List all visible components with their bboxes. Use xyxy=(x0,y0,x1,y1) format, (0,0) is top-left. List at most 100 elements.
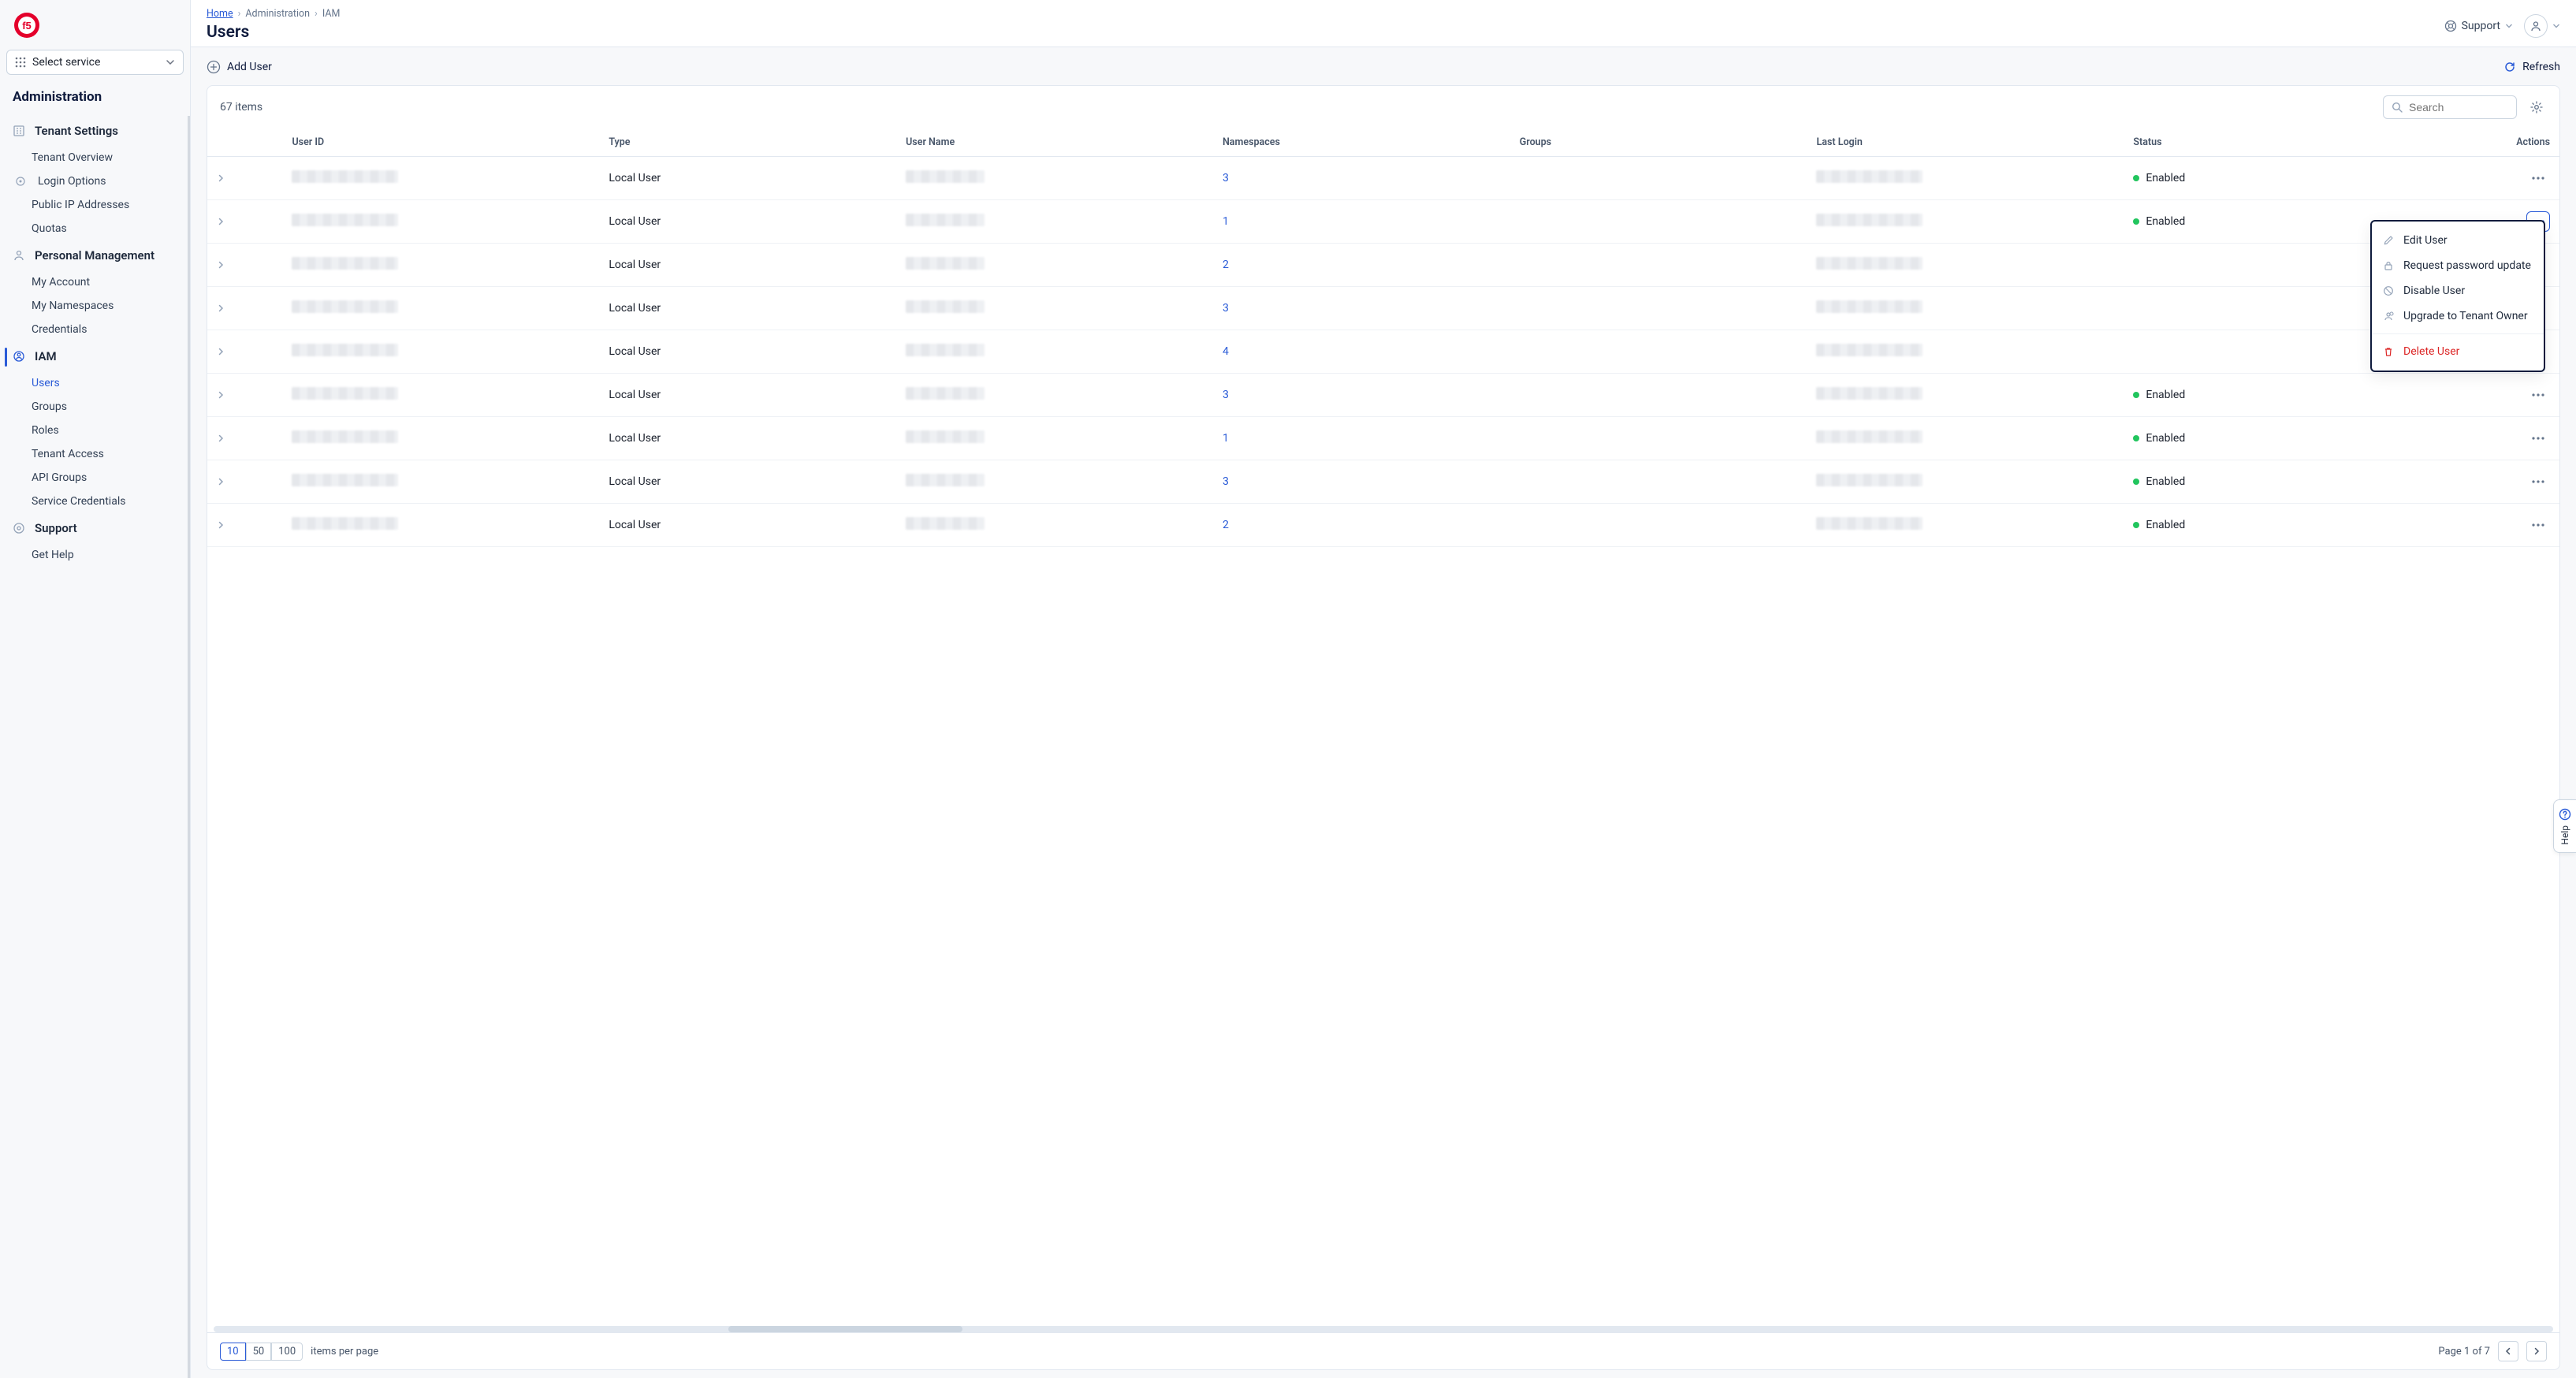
nav-tenant-access[interactable]: Tenant Access xyxy=(0,442,188,466)
expand-row-toggle[interactable] xyxy=(207,244,282,287)
row-actions-button[interactable] xyxy=(2526,515,2550,535)
namespaces-link[interactable]: 4 xyxy=(1223,345,1229,358)
status-dot-icon xyxy=(2133,479,2139,485)
user-menu[interactable] xyxy=(2524,14,2560,38)
nav-api-groups[interactable]: API Groups xyxy=(0,466,188,490)
nav-group-tenant-settings[interactable]: Tenant Settings xyxy=(0,116,188,146)
refresh-button[interactable]: Refresh xyxy=(2503,61,2560,73)
users-panel: 67 items xyxy=(207,85,2560,1370)
nav-public-ip[interactable]: Public IP Addresses xyxy=(0,193,188,217)
expand-row-toggle[interactable] xyxy=(207,374,282,417)
col-type[interactable]: Type xyxy=(599,128,896,157)
ctx-disable-user[interactable]: Disable User xyxy=(2372,278,2544,304)
expand-row-toggle[interactable] xyxy=(207,460,282,504)
table-settings-button[interactable] xyxy=(2526,97,2547,117)
menu-separator xyxy=(2372,333,2544,334)
chevron-right-icon xyxy=(217,304,225,312)
nav-my-account[interactable]: My Account xyxy=(0,270,188,294)
namespaces-link[interactable]: 3 xyxy=(1223,389,1229,401)
chevron-right-icon xyxy=(217,218,225,225)
table-wrap: User ID Type User Name Namespaces Groups… xyxy=(207,128,2559,1332)
row-actions-button[interactable] xyxy=(2526,471,2550,492)
nav-group-personal[interactable]: Personal Management xyxy=(0,240,188,270)
next-page-button[interactable] xyxy=(2526,1341,2547,1361)
page-size-50[interactable]: 50 xyxy=(246,1343,272,1361)
redacted-user-name xyxy=(906,214,985,226)
nav-credentials[interactable]: Credentials xyxy=(0,318,188,341)
ctx-edit-user[interactable]: Edit User xyxy=(2372,228,2544,253)
col-status[interactable]: Status xyxy=(2124,128,2421,157)
namespaces-link[interactable]: 2 xyxy=(1223,259,1229,271)
redacted-user-id xyxy=(292,517,398,530)
nav-users[interactable]: Users xyxy=(0,371,188,395)
expand-row-toggle[interactable] xyxy=(207,287,282,330)
page-indicator: Page 1 of 7 xyxy=(2438,1346,2490,1358)
gear-small-icon xyxy=(16,177,27,186)
ctx-delete-user[interactable]: Delete User xyxy=(2372,339,2544,364)
expand-row-toggle[interactable] xyxy=(207,200,282,244)
col-user-id[interactable]: User ID xyxy=(282,128,599,157)
status-dot-icon xyxy=(2133,218,2139,225)
col-user-name[interactable]: User Name xyxy=(896,128,1213,157)
nav-login-options[interactable]: Login Options xyxy=(0,169,188,193)
horizontal-scrollbar[interactable] xyxy=(214,1326,2553,1332)
nav: Tenant Settings Tenant Overview Login Op… xyxy=(0,116,190,1378)
crumb-home[interactable]: Home xyxy=(207,8,233,20)
nav-group-iam[interactable]: IAM xyxy=(0,341,188,371)
redacted-last-login xyxy=(1816,257,1923,270)
expand-row-toggle[interactable] xyxy=(207,504,282,547)
expand-row-toggle[interactable] xyxy=(207,157,282,200)
ban-icon xyxy=(2383,285,2395,296)
row-actions-button[interactable] xyxy=(2526,428,2550,449)
namespaces-link[interactable]: 3 xyxy=(1223,475,1229,488)
redacted-user-name xyxy=(906,344,985,356)
nav-my-namespaces[interactable]: My Namespaces xyxy=(0,294,188,318)
nav-get-help[interactable]: Get Help xyxy=(0,543,188,567)
status-dot-icon xyxy=(2133,175,2139,181)
row-actions-button[interactable] xyxy=(2526,385,2550,405)
ctx-upgrade-owner[interactable]: Upgrade to Tenant Owner xyxy=(2372,304,2544,329)
nav-tenant-overview[interactable]: Tenant Overview xyxy=(0,146,188,169)
redacted-last-login xyxy=(1816,430,1923,443)
table-row: Local User3Enabled xyxy=(207,374,2559,417)
support-dropdown[interactable]: Support xyxy=(2444,20,2513,32)
add-user-button[interactable]: Add User xyxy=(207,60,272,74)
select-service-label: Select service xyxy=(32,56,159,69)
page-size-100[interactable]: 100 xyxy=(271,1343,303,1361)
select-service-dropdown[interactable]: Select service xyxy=(6,50,184,75)
expand-row-toggle[interactable] xyxy=(207,330,282,374)
ctx-request-password[interactable]: Request password update xyxy=(2372,253,2544,278)
chevron-down-icon xyxy=(2505,22,2513,30)
pencil-icon xyxy=(2383,235,2395,246)
nav-service-credentials[interactable]: Service Credentials xyxy=(0,490,188,513)
expand-row-toggle[interactable] xyxy=(207,417,282,460)
row-actions-button[interactable] xyxy=(2526,168,2550,188)
namespaces-link[interactable]: 3 xyxy=(1223,302,1229,315)
prev-page-button[interactable] xyxy=(2498,1341,2518,1361)
search-field[interactable] xyxy=(2383,95,2517,119)
nav-group-support[interactable]: Support xyxy=(0,513,188,543)
gear-icon xyxy=(2529,100,2544,114)
f5-logo: f5 xyxy=(13,11,41,39)
col-groups[interactable]: Groups xyxy=(1510,128,1807,157)
redacted-user-name xyxy=(906,387,985,400)
nav-quotas[interactable]: Quotas xyxy=(0,217,188,240)
namespaces-link[interactable]: 1 xyxy=(1223,215,1229,228)
status-dot-icon xyxy=(2133,392,2139,398)
nav-groups[interactable]: Groups xyxy=(0,395,188,419)
col-last-login[interactable]: Last Login xyxy=(1807,128,2124,157)
page-size-10[interactable]: 10 xyxy=(220,1343,246,1361)
col-namespaces[interactable]: Namespaces xyxy=(1213,128,1510,157)
namespaces-link[interactable]: 1 xyxy=(1223,432,1229,445)
redacted-user-name xyxy=(906,300,985,313)
help-tab[interactable]: Help xyxy=(2553,799,2576,854)
toolbar: Add User Refresh xyxy=(191,47,2576,85)
namespaces-link[interactable]: 2 xyxy=(1223,519,1229,531)
redacted-user-id xyxy=(292,170,398,183)
help-icon xyxy=(2559,808,2571,821)
crumb-iam: IAM xyxy=(322,8,341,20)
redacted-user-id xyxy=(292,344,398,356)
namespaces-link[interactable]: 3 xyxy=(1223,172,1229,184)
scrollbar-thumb[interactable] xyxy=(728,1326,962,1332)
nav-roles[interactable]: Roles xyxy=(0,419,188,442)
